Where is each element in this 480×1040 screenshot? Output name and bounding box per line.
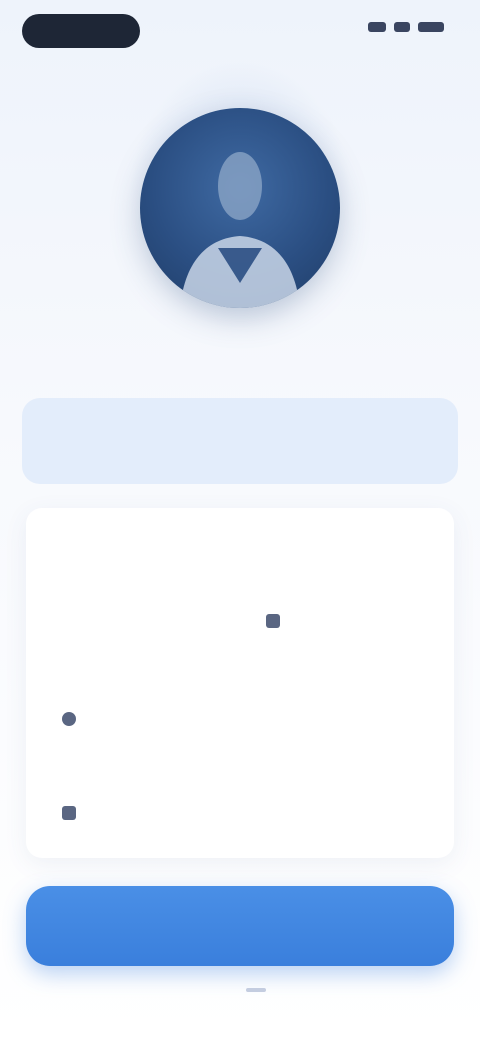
detail-field	[266, 592, 286, 628]
flag-icon	[266, 614, 280, 628]
status-bar	[0, 0, 480, 64]
field-value	[62, 712, 82, 726]
profile-screen	[0, 0, 480, 1040]
field-value	[266, 614, 286, 628]
info-banner	[22, 398, 458, 484]
globe-icon	[62, 712, 76, 726]
battery-icon	[418, 22, 444, 32]
user-portrait-icon	[180, 152, 300, 308]
detail-field	[62, 690, 82, 726]
signal-icon	[368, 22, 386, 32]
primary-action-button[interactable]	[26, 886, 454, 966]
link-icon	[62, 806, 76, 820]
status-pill	[22, 14, 140, 48]
home-indicator	[246, 988, 266, 992]
detail-field	[62, 784, 82, 820]
status-indicators	[368, 22, 444, 32]
avatar[interactable]	[140, 108, 340, 308]
details-card	[26, 508, 454, 858]
wifi-icon	[394, 22, 410, 32]
field-value	[62, 806, 82, 820]
